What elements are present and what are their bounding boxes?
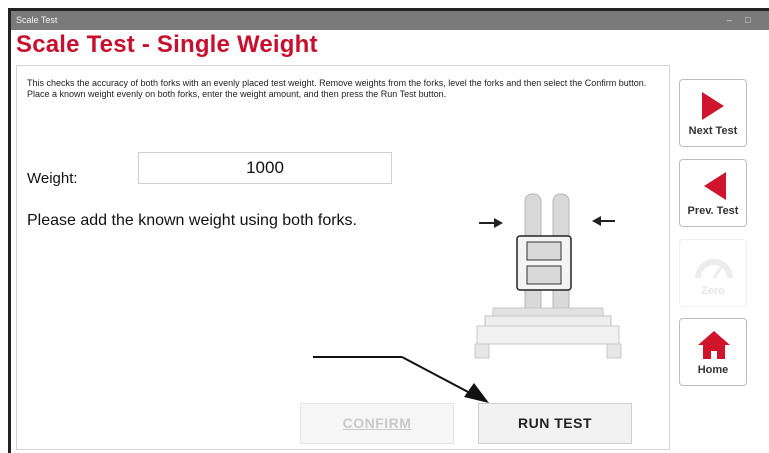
gauge-icon bbox=[695, 259, 733, 279]
maximize-button[interactable]: □ bbox=[745, 11, 750, 30]
zero-button[interactable]: Zero bbox=[679, 239, 747, 307]
prev-test-button[interactable]: Prev. Test bbox=[679, 159, 747, 227]
next-test-button[interactable]: Next Test bbox=[679, 79, 747, 147]
page-title: Scale Test - Single Weight bbox=[16, 31, 318, 58]
confirm-button[interactable]: CONFIRM bbox=[300, 403, 454, 444]
play-right-icon bbox=[702, 92, 724, 120]
home-button[interactable]: Home bbox=[679, 318, 747, 386]
instructions-text: This checks the accuracy of both forks w… bbox=[27, 78, 647, 99]
next-test-label: Next Test bbox=[688, 125, 738, 137]
add-weight-prompt: Please add the known weight using both f… bbox=[27, 212, 357, 229]
weight-input[interactable] bbox=[138, 152, 392, 184]
prev-test-label: Prev. Test bbox=[687, 205, 739, 217]
home-label: Home bbox=[697, 364, 729, 376]
run-test-label: RUN TEST bbox=[518, 415, 592, 431]
run-test-button[interactable]: RUN TEST bbox=[478, 403, 632, 444]
content-panel: This checks the accuracy of both forks w… bbox=[16, 65, 670, 450]
title-bar: Scale Test – □ bbox=[11, 11, 769, 30]
confirm-label: CONFIRM bbox=[342, 415, 412, 431]
window-title: Scale Test bbox=[16, 15, 58, 25]
home-icon bbox=[698, 331, 730, 359]
zero-label: Zero bbox=[701, 285, 725, 297]
weight-label: Weight: bbox=[27, 170, 78, 187]
forklift-forks-illustration bbox=[474, 193, 622, 359]
minimize-button[interactable]: – bbox=[727, 11, 732, 30]
play-left-icon bbox=[704, 172, 726, 200]
